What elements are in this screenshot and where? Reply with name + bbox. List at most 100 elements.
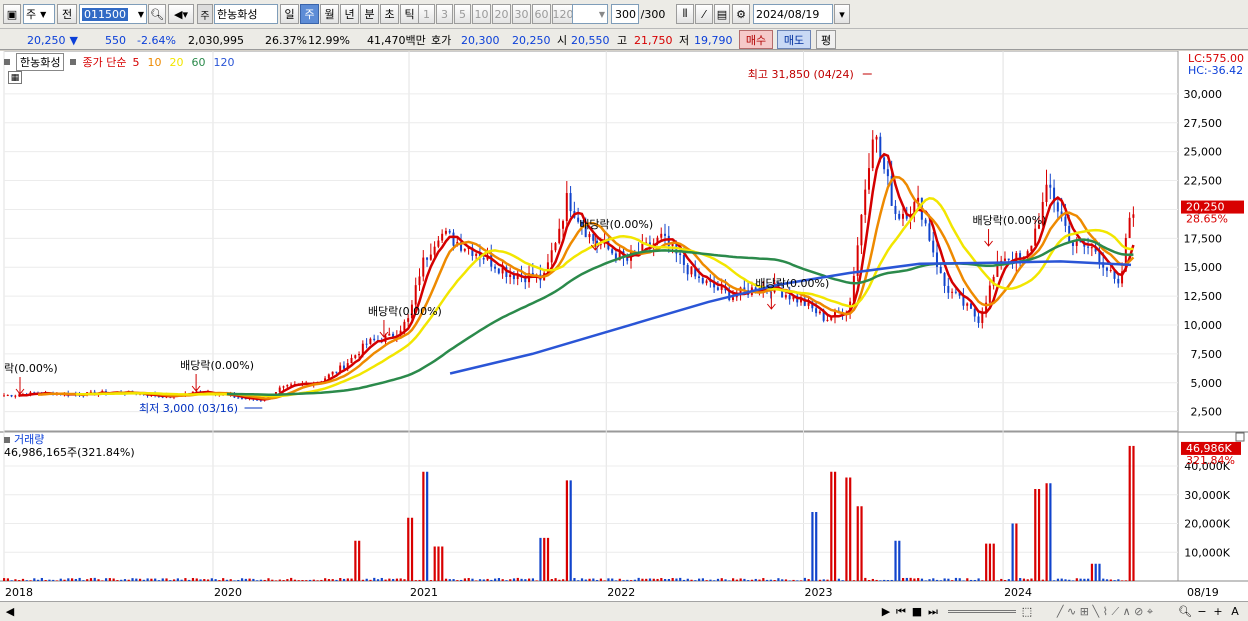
candle-body [928, 223, 931, 241]
draw-line-icon[interactable]: ⁄ [695, 4, 713, 24]
sell-button[interactable]: 매도 [777, 30, 811, 49]
volume-bar [871, 578, 874, 581]
volume-bar [867, 580, 871, 581]
volume-bar [656, 578, 659, 581]
volume-bar [732, 578, 735, 581]
volume-bar [123, 579, 127, 581]
interval-button-10[interactable]: 10 [472, 4, 491, 24]
gear-icon[interactable]: ⚙ [732, 4, 750, 24]
interval-select[interactable]: ▼ [572, 4, 608, 24]
volume-bar [860, 506, 863, 581]
volume-bar [395, 578, 399, 581]
volume-bar [890, 579, 893, 581]
volume-bar [641, 578, 644, 581]
candle-body [898, 213, 901, 219]
volume-bar [1102, 578, 1105, 581]
period-button-2[interactable]: 월 [320, 4, 339, 24]
drawing-tools-icon[interactable]: ╱ ∿ ⊞ ╲ ⌇ ⟋ ∧ ⊘ ⌖ [1040, 604, 1170, 619]
candle-body [901, 213, 904, 219]
grid-toggle-icon[interactable]: ▦ [8, 71, 22, 84]
zoom-slider[interactable] [948, 610, 1016, 613]
candle-body [354, 355, 357, 358]
play-icon[interactable]: ▶ [880, 604, 892, 619]
window-icon[interactable]: ▣ [3, 4, 21, 24]
interval-button-30[interactable]: 30 [512, 4, 531, 24]
volume-bar [879, 580, 882, 581]
candle-body [509, 274, 512, 277]
zoom-in-icon[interactable]: + [1212, 604, 1224, 619]
interval-button-120[interactable]: 120 [552, 4, 574, 24]
search-icon[interactable]: 🔍︎ [148, 4, 166, 24]
candle-body [342, 365, 345, 369]
eval-button[interactable]: 평 [816, 30, 836, 49]
volume-bar [316, 580, 319, 581]
volume-bar [932, 578, 935, 581]
volume-bar [388, 578, 391, 581]
calendar-icon[interactable]: ▾ [834, 4, 850, 24]
zoom-out-icon[interactable]: − [1196, 604, 1208, 619]
scroll-left-icon[interactable]: ◀ [4, 604, 16, 619]
volume-bar [414, 580, 417, 581]
period-button-1[interactable]: 주 [300, 4, 319, 24]
interval-button-60[interactable]: 60 [532, 4, 551, 24]
volume-bar [1015, 523, 1018, 581]
candle-body [437, 240, 440, 247]
font-size-icon[interactable]: A [1228, 604, 1242, 619]
sound-icon[interactable]: ◀▾ [168, 4, 194, 24]
period-button-3[interactable]: 년 [340, 4, 359, 24]
interval-button-20[interactable]: 20 [492, 4, 511, 24]
stock-name-field[interactable]: 한농화성 [214, 4, 278, 24]
volume-bar [1037, 489, 1041, 581]
volume-bar [501, 579, 504, 581]
rewind-icon[interactable]: ⏮ [894, 604, 908, 619]
period-button-4[interactable]: 분 [360, 4, 379, 24]
volume-bar [705, 580, 708, 581]
volume-bar [248, 578, 251, 581]
candle-body [973, 308, 976, 317]
candle-body [732, 297, 735, 301]
candle-icon[interactable]: ⫴ [676, 4, 694, 24]
period-button-6[interactable]: 틱 [400, 4, 419, 24]
dividend-annotation: 배당락(0.00%) [973, 214, 1047, 227]
forward-icon[interactable]: ⏭ [926, 604, 940, 619]
period-select[interactable]: 주 ▼ [23, 4, 55, 24]
candle-body [373, 338, 376, 341]
prev-button[interactable]: 전 [57, 4, 77, 24]
candle-body [932, 240, 935, 253]
interval-button-5[interactable]: 5 [454, 4, 471, 24]
count-input[interactable]: 300 [611, 4, 639, 24]
chart-canvas[interactable]: 2018 2020 2021 2022 2023 2024 08/19 30,000 27,50… [0, 51, 1248, 601]
candle-body [490, 254, 493, 267]
interval-button-3[interactable]: 3 [436, 4, 453, 24]
volume-bar [210, 578, 213, 581]
candle-body [475, 253, 478, 256]
stop-icon[interactable]: ■ [910, 604, 924, 619]
volume-bar [1121, 580, 1124, 581]
volume-bar [1132, 445, 1135, 581]
legend-stock-name[interactable]: 한농화성 [16, 53, 65, 71]
volume-bar [667, 578, 670, 581]
candle-body [611, 249, 614, 254]
zoom-icon[interactable]: 🔍︎ [1178, 604, 1192, 619]
save-icon[interactable]: ▤ [714, 4, 730, 24]
candle-body [871, 139, 874, 169]
volume-bar [966, 578, 969, 581]
volume-bar [25, 580, 28, 581]
close-pane-icon[interactable] [1235, 432, 1245, 442]
y-tick-label: 10,000 [1184, 319, 1223, 332]
volume-bar [762, 578, 765, 581]
buy-button[interactable]: 매수 [739, 30, 773, 49]
stock-code-input[interactable]: 011500 ▼ [79, 4, 147, 24]
volume-bar [271, 579, 274, 581]
period-button-0[interactable]: 일 [280, 4, 299, 24]
volume-bar [350, 578, 353, 581]
volume-bar [191, 578, 195, 581]
period-button-5[interactable]: 초 [380, 4, 399, 24]
chart-navigation-bar: ◀ ▶ ⏮ ■ ⏭ ⬚ ╱ ∿ ⊞ ╲ ⌇ ⟋ ∧ ⊘ ⌖ 🔍︎ − + A [0, 601, 1248, 621]
date-input[interactable]: 2024/08/19 [753, 4, 833, 24]
candle-body [494, 266, 497, 269]
interval-button-1[interactable]: 1 [418, 4, 435, 24]
volume-bar [664, 579, 667, 581]
drag-handle-icon[interactable]: ⬚ [1020, 604, 1034, 619]
volume-bar [376, 579, 380, 581]
